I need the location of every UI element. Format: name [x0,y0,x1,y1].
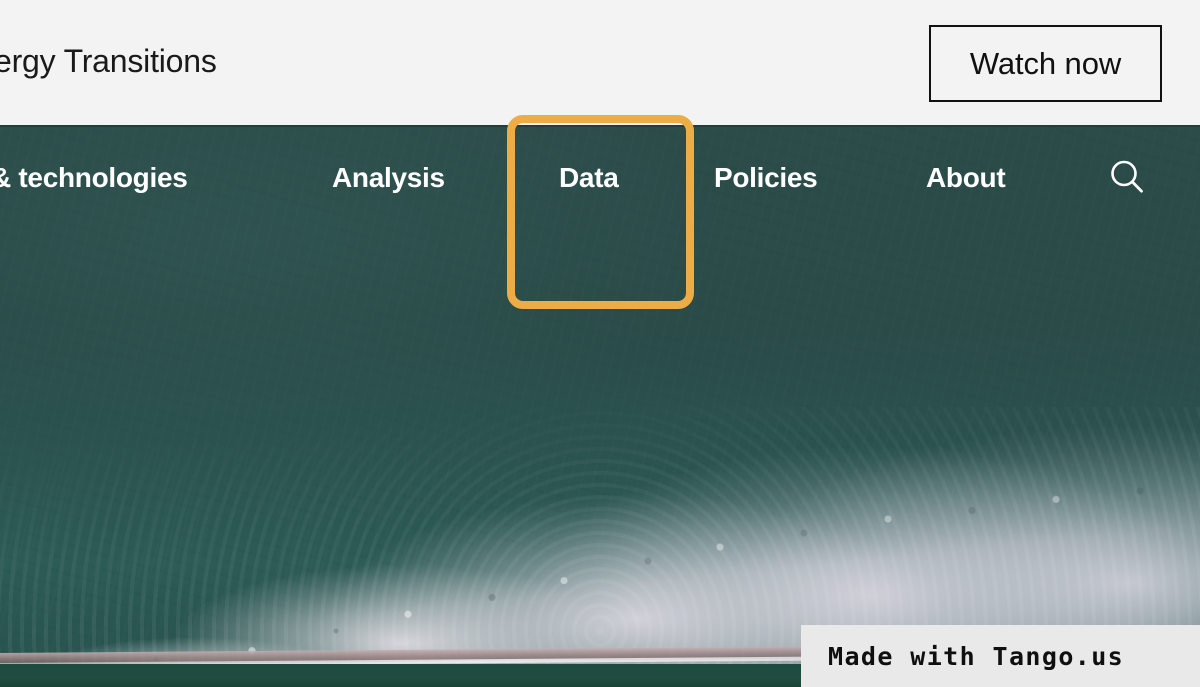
promo-title: ergy Transitions [0,43,217,79]
watch-now-button[interactable]: Watch now [929,25,1162,102]
nav-item-analysis[interactable]: Analysis [332,164,445,192]
nav-item-technologies[interactable]: & technologies [0,164,188,192]
search-icon [1105,155,1149,202]
tango-watermark-text: Made with Tango.us [828,641,1125,671]
nav-item-data[interactable]: Data [559,164,619,192]
search-button[interactable] [1103,154,1151,202]
page-root: & technologies Analysis Data Policies Ab… [0,0,1200,687]
tango-watermark-badge: Made with Tango.us [801,625,1200,687]
nav-item-policies[interactable]: Policies [714,164,818,192]
nav-item-about[interactable]: About [926,164,1006,192]
promo-bar: ergy Transitions Watch now [0,0,1200,127]
main-navigation: & technologies Analysis Data Policies Ab… [0,129,1200,227]
